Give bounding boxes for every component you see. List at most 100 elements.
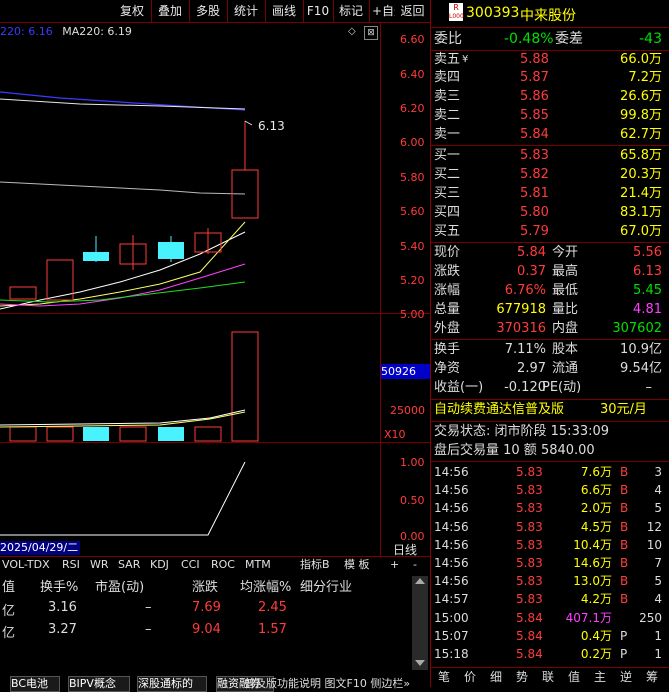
sell-row-2[interactable]: 卖二 5.85 99.8万 (432, 107, 668, 125)
table-row[interactable]: 亿 3.16 – 7.69 2.45 (0, 600, 430, 619)
side-tabs-divider (430, 667, 669, 668)
sell-row-3[interactable]: 卖三 5.86 26.6万 (432, 88, 668, 106)
side-tab[interactable]: 细 (484, 669, 508, 685)
side-tab[interactable]: 势 (510, 669, 534, 685)
tab-roc[interactable]: ROC (211, 557, 235, 573)
tab-kdj[interactable]: KDJ (150, 557, 169, 573)
tab-template[interactable]: 模 板 (344, 557, 370, 573)
tab-rsi[interactable]: RSI (62, 557, 80, 573)
sector-header-avg: 均涨幅% (240, 580, 292, 595)
tick-count: 1 (654, 628, 662, 643)
sell-price: 5.88 (520, 52, 549, 67)
buy-row-2[interactable]: 买二 5.82 20.3万 (432, 166, 668, 184)
stat-label: 总量 (434, 302, 461, 317)
tab-indicator-b[interactable]: 指标B (300, 557, 330, 573)
tick-row[interactable]: 14:56 5.83 10.4万 B 10 (432, 536, 668, 554)
tab-sar[interactable]: SAR (118, 557, 140, 573)
tick-row[interactable]: 14:57 5.83 4.2万 B 4 (432, 590, 668, 608)
scroll-up-icon[interactable] (415, 578, 425, 584)
tick-row[interactable]: 14:56 5.83 4.5万 B 12 (432, 518, 668, 536)
fuquan-button[interactable]: 复权 (113, 0, 152, 22)
quote-divider (430, 27, 669, 28)
after-hours: 盘后交易量 10 额 5840.00 (432, 442, 668, 460)
remove-tab-button[interactable]: - (413, 557, 417, 573)
buy-price: 5.81 (520, 186, 549, 201)
f10-button[interactable]: F10 (303, 0, 334, 22)
tick-direction: P (620, 628, 628, 643)
after-hours-text: 盘后交易量 10 额 5840.00 (434, 443, 595, 458)
sell-row-4[interactable]: 卖四 5.87 7.2万 (432, 69, 668, 87)
buy-price: 5.82 (520, 167, 549, 182)
draw-line-button[interactable]: 画线 (265, 0, 304, 22)
tick-row[interactable]: 14:56 5.83 6.6万 B 4 (432, 481, 668, 499)
buy-row-1[interactable]: 买一 5.83 65.8万 (432, 147, 668, 165)
statistics-button[interactable]: 统计 (227, 0, 266, 22)
tab-wr[interactable]: WR (90, 557, 109, 573)
date-label: 2025/04/29/二 (0, 541, 81, 555)
mark-button[interactable]: 标记 (333, 0, 370, 22)
table-row[interactable]: 亿 3.27 – 9.04 1.57 (0, 622, 430, 641)
stat-row-volume: 总量 677918 量比 4.81 (432, 301, 668, 319)
ad-price[interactable]: 30元/月 (600, 401, 647, 419)
price-tick: 6.00 (400, 136, 425, 149)
tick-row[interactable]: 15:00 5.84 407.1万 250 (432, 609, 668, 627)
sell-row-5[interactable]: 卖五 ¥ 5.88 66.0万 (432, 51, 668, 69)
tick-volume: 10.4万 (573, 537, 612, 552)
multi-stock-button[interactable]: 多股 (189, 0, 228, 22)
buy-label: 买四 (434, 205, 461, 220)
price-tick: 5.60 (400, 205, 425, 218)
tab-mtm[interactable]: MTM (245, 557, 271, 573)
side-tab[interactable]: 联 (536, 669, 560, 685)
add-tab-button[interactable]: + (390, 557, 399, 573)
buy-label: 买三 (434, 186, 461, 201)
tab-cci[interactable]: CCI (181, 557, 200, 573)
stat-value: -0.120 (504, 380, 546, 395)
weibi-row: 委比 -0.48% 委差 -43 (432, 30, 668, 48)
sell-row-1[interactable]: 卖一 5.84 62.7万 (432, 126, 668, 144)
scroll-down-icon[interactable] (415, 660, 425, 666)
side-tab[interactable]: 笔 (432, 669, 456, 685)
tick-row[interactable]: 14:56 5.83 2.0万 B 5 (432, 499, 668, 517)
buy-row-4[interactable]: 买四 5.80 83.1万 (432, 204, 668, 222)
tick-row[interactable]: 15:18 5.84 0.2万 P 1 (432, 645, 668, 663)
ad-text[interactable]: 自动续费通达信普及版 (434, 401, 564, 419)
side-tab[interactable]: 值 (562, 669, 586, 685)
stat-label: 股本 (552, 342, 579, 357)
sell-volume: 99.8万 (620, 108, 662, 123)
price-tick: 6.60 (400, 33, 425, 46)
kline-chart[interactable] (0, 22, 380, 557)
tab-shenzhen-connect[interactable]: 深股通标的 (137, 676, 207, 692)
ad-banner[interactable]: 自动续费通达信普及版 30元/月 (432, 401, 668, 419)
back-button[interactable]: 返回 (395, 0, 431, 22)
tick-row[interactable]: 14:56 5.83 13.0万 B 5 (432, 572, 668, 590)
tick-row[interactable]: 14:56 5.83 7.6万 B 3 (432, 463, 668, 481)
quote-divider (430, 461, 669, 462)
side-tab[interactable]: 价 (458, 669, 482, 685)
sell-label: 卖五 (434, 52, 461, 67)
side-tab[interactable]: 逆 (614, 669, 638, 685)
sell-price: 5.84 (520, 127, 549, 142)
tab-bc-battery[interactable]: BC电池 (10, 676, 60, 692)
tick-direction: P (620, 647, 628, 661)
table-scrollbar[interactable] (412, 576, 428, 670)
status-bar[interactable]: 普及版功能说明 图文F10 侧边栏» (244, 675, 410, 691)
tick-volume: 2.0万 (580, 501, 612, 516)
buy-row-3[interactable]: 买三 5.81 21.4万 (432, 185, 668, 203)
stat-value: 307602 (612, 321, 662, 336)
trade-status: 交易状态: 闭市阶段 15:33:09 (432, 423, 668, 441)
chart-right-border (380, 22, 381, 557)
tick-time: 14:56 (434, 501, 469, 516)
overlay-button[interactable]: 叠加 (151, 0, 190, 22)
tick-row[interactable]: 14:56 5.83 14.6万 B 7 (432, 554, 668, 572)
weicha-label: 委差 (555, 31, 583, 47)
buy-row-5[interactable]: 买五 5.79 67.0万 (432, 223, 668, 241)
side-tab[interactable]: 主 (588, 669, 612, 685)
tab-bipv[interactable]: BIPV概念 (68, 676, 130, 692)
tick-price: 5.83 (516, 556, 543, 570)
stock-code: 300393 (466, 5, 520, 21)
tab-vol-tdx[interactable]: VOL-TDX (2, 557, 50, 573)
side-tab[interactable]: 筹 (640, 669, 664, 685)
tick-row[interactable]: 15:07 5.84 0.4万 P 1 (432, 627, 668, 645)
tick-price: 5.84 (516, 647, 543, 661)
volume-current-label: 50926 (381, 364, 430, 379)
